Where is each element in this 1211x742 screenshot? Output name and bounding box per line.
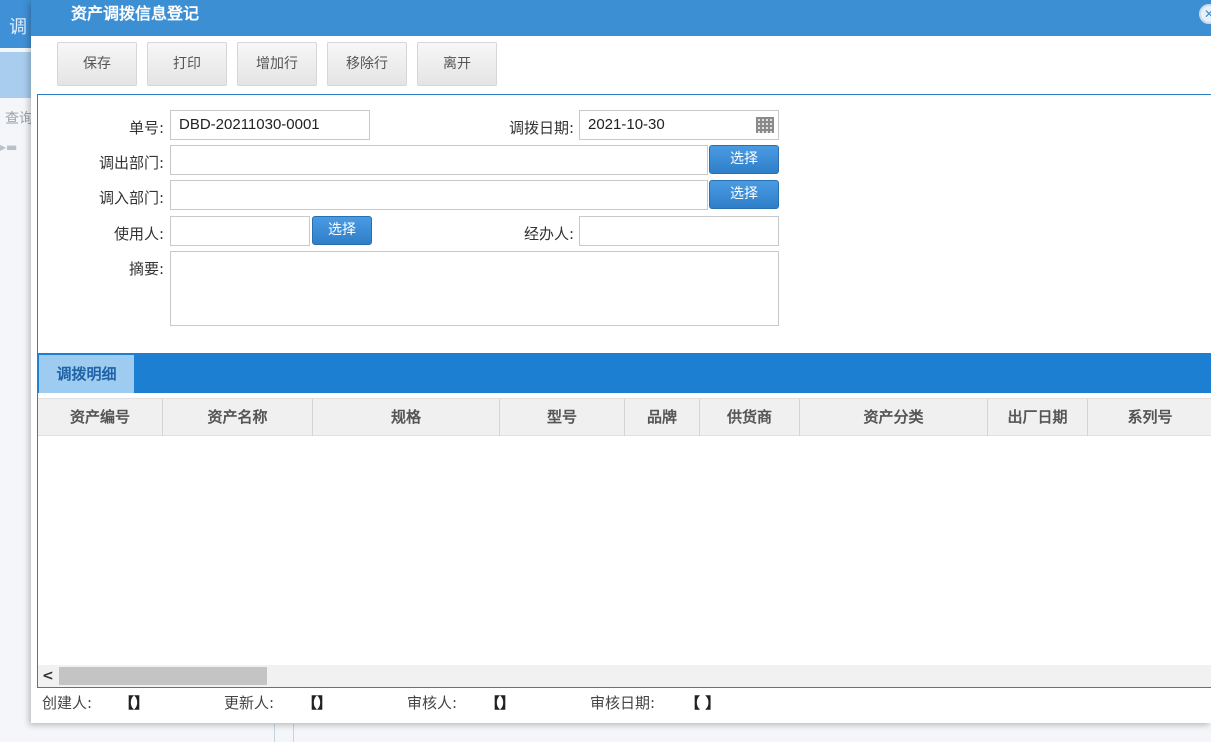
audit-footer: 创建人: 【】 更新人: 【】 审核人: 【】 审核日期: 【 】 <box>31 688 1211 718</box>
transfer-date-input[interactable]: 2021-10-30 <box>579 110 779 140</box>
in-dept-label: 调入部门: <box>98 189 164 207</box>
asset-transfer-dialog: 资产调拨信息登记 ✕ 保存 打印 增加行 移除行 离开 单号: DBD-2021… <box>31 0 1211 723</box>
handler-label: 经办人: <box>523 225 574 243</box>
auditor-value: 【】 <box>485 694 516 712</box>
remove-row-button[interactable]: 移除行 <box>327 42 407 86</box>
column-header[interactable]: 规格 <box>313 399 500 436</box>
column-header[interactable]: 型号 <box>500 399 625 436</box>
detail-grid-header: 资产编号 资产名称 规格 型号 品牌 供货商 资产分类 出厂日期 系列号 <box>38 398 1211 436</box>
background-strip <box>0 52 31 98</box>
dialog-titlebar[interactable]: 资产调拨信息登记 ✕ <box>31 0 1211 36</box>
in-dept-input[interactable] <box>170 180 708 210</box>
detail-tab-bar: 调拨明细 <box>38 353 1211 393</box>
audit-date-value: 【 】 <box>685 694 721 712</box>
column-header[interactable]: 品牌 <box>625 399 700 436</box>
updater-label: 更新人: <box>224 694 275 712</box>
column-header[interactable]: 资产编号 <box>38 399 163 436</box>
leave-button[interactable]: 离开 <box>417 42 497 86</box>
out-dept-label: 调出部门: <box>98 154 164 172</box>
scrollbar-thumb[interactable] <box>59 667 267 685</box>
form-panel: 单号: DBD-20211030-0001 调拨日期: 2021-10-30 调… <box>37 94 1211 688</box>
user-label: 使用人: <box>113 225 164 243</box>
updater-value: 【】 <box>302 694 333 712</box>
summary-label: 摘要: <box>128 260 164 278</box>
print-button[interactable]: 打印 <box>147 42 227 86</box>
close-icon[interactable]: ✕ <box>1199 4 1211 24</box>
auditor-label: 审核人: <box>407 694 458 712</box>
horizontal-scrollbar[interactable]: < <box>38 665 1211 687</box>
in-dept-select-button[interactable]: 选择 <box>709 180 779 209</box>
order-no-label: 单号: <box>128 119 164 137</box>
transfer-date-label: 调拨日期: <box>508 119 574 137</box>
handler-input[interactable] <box>579 216 779 246</box>
dialog-title: 资产调拨信息登记 <box>71 4 200 23</box>
detail-grid-body <box>38 436 1211 665</box>
transfer-date-value: 2021-10-30 <box>588 116 665 133</box>
toolbar: 保存 打印 增加行 移除行 离开 <box>31 36 1211 94</box>
column-header[interactable]: 资产名称 <box>163 399 313 436</box>
tab-transfer-detail[interactable]: 调拨明细 <box>39 355 134 393</box>
folder-icon: ▸▬ <box>0 140 18 154</box>
order-no-input[interactable]: DBD-20211030-0001 <box>170 110 370 140</box>
out-dept-select-button[interactable]: 选择 <box>709 145 779 174</box>
background-query-label: 查询 <box>5 111 31 127</box>
column-header[interactable]: 出厂日期 <box>988 399 1088 436</box>
audit-date-label: 审核日期: <box>590 694 656 712</box>
save-button[interactable]: 保存 <box>57 42 137 86</box>
background-tab[interactable]: 调 <box>0 0 31 48</box>
user-select-button[interactable]: 选择 <box>312 216 372 245</box>
column-header[interactable]: 系列号 <box>1088 399 1211 436</box>
scroll-left-icon[interactable]: < <box>42 667 56 685</box>
column-header[interactable]: 资产分类 <box>800 399 988 436</box>
add-row-button[interactable]: 增加行 <box>237 42 317 86</box>
background-divider <box>274 724 294 742</box>
calendar-icon[interactable] <box>756 117 774 133</box>
column-header[interactable]: 供货商 <box>700 399 800 436</box>
user-input[interactable] <box>170 216 310 246</box>
creator-label: 创建人: <box>42 694 93 712</box>
out-dept-input[interactable] <box>170 145 708 175</box>
creator-value: 【】 <box>119 694 150 712</box>
summary-textarea[interactable] <box>170 251 779 326</box>
